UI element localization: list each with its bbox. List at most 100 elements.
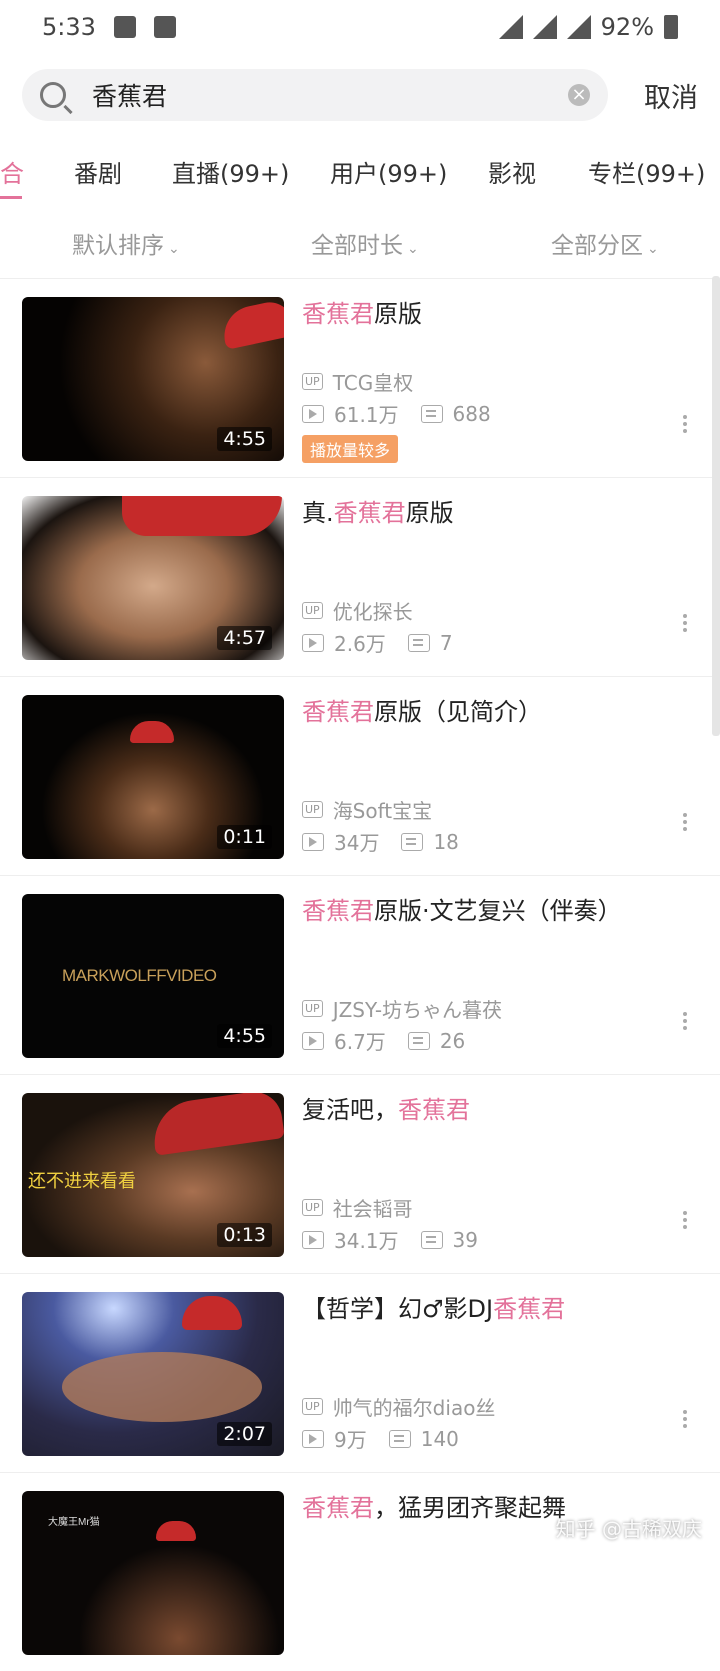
title-rest: 原版 — [405, 499, 454, 527]
uploader-name: TCG皇权 — [332, 371, 414, 395]
uploader-icon: UP — [302, 1000, 323, 1017]
search-query[interactable]: 香蕉君 — [92, 77, 568, 113]
tab-bangumi[interactable]: 番剧 — [74, 154, 122, 189]
zone-filter[interactable]: 全部分区 ⌄ — [551, 226, 659, 260]
title-prefix: 【哲学】幻♂影DJ — [302, 1295, 494, 1323]
search-bar: 香蕉君 × 取消 — [0, 54, 720, 136]
search-icon — [40, 82, 66, 108]
duration-filter[interactable]: 全部时长 ⌄ — [311, 226, 419, 260]
uploader-name: 海Soft宝宝 — [332, 799, 433, 823]
video-title: 复活吧，香蕉君 — [302, 1093, 680, 1127]
thumb-shape — [156, 1521, 196, 1541]
thumbnail-logo: MARKWOLFFVIDEO — [62, 966, 217, 985]
chevron-down-icon: ⌄ — [168, 241, 180, 257]
video-title: 【哲学】幻♂影DJ香蕉君 — [302, 1292, 680, 1326]
stats-row: 2.6万 7 — [302, 628, 453, 657]
video-duration: 4:57 — [217, 626, 272, 650]
list-item[interactable]: 大魔王Mr猫 香蕉君，猛男团齐聚起舞 — [0, 1473, 720, 1671]
uploader-row: UP 海Soft宝宝 — [302, 795, 432, 824]
thumbnail-caption: 还不进来看看 — [28, 1171, 136, 1191]
uploader-row: UP 社会韬哥 — [302, 1193, 413, 1222]
uploader-row: UP 优化探长 — [302, 596, 413, 625]
uploader-row: UP 帅气的福尔diao丝 — [302, 1392, 495, 1421]
more-icon[interactable] — [682, 1211, 688, 1229]
video-thumbnail[interactable]: 还不进来看看 0:13 — [22, 1093, 284, 1257]
more-icon[interactable] — [682, 813, 688, 831]
more-icon[interactable] — [682, 614, 688, 632]
play-icon — [302, 832, 324, 851]
thumbnail-caption: 大魔王Mr猫 — [48, 1517, 100, 1528]
uploader-icon: UP — [302, 1398, 323, 1415]
uploader-name: 社会韬哥 — [332, 1197, 413, 1221]
video-thumbnail[interactable]: 4:57 — [22, 496, 284, 660]
battery-icon — [664, 15, 678, 39]
video-duration: 0:11 — [217, 825, 272, 849]
more-icon[interactable] — [682, 1410, 688, 1428]
video-thumbnail[interactable]: 4:55 — [22, 297, 284, 461]
stats-row: 34.1万 39 — [302, 1225, 478, 1254]
stats-row: 6.7万 26 — [302, 1026, 465, 1055]
cancel-button[interactable]: 取消 — [608, 76, 698, 115]
signal-icon — [566, 15, 591, 39]
danmaku-count: 39 — [452, 1227, 478, 1252]
video-duration: 4:55 — [217, 1024, 272, 1048]
thumb-shape — [149, 1093, 284, 1156]
title-prefix: 复活吧， — [302, 1096, 398, 1124]
stats-row: 9万 140 — [302, 1424, 459, 1453]
uploader-name: 帅气的福尔diao丝 — [332, 1396, 496, 1420]
danmaku-count: 140 — [420, 1426, 459, 1451]
title-rest: ，猛男团齐聚起舞 — [374, 1494, 566, 1522]
list-item[interactable]: 2:07 【哲学】幻♂影DJ香蕉君 UP 帅气的福尔diao丝 9万 140 — [0, 1274, 720, 1473]
uploader-icon: UP — [302, 1199, 323, 1216]
more-icon[interactable] — [682, 415, 688, 433]
title-highlight: 香蕉君 — [302, 300, 374, 328]
tab-columns[interactable]: 专栏(99+) — [588, 154, 705, 189]
danmaku-icon — [401, 832, 424, 851]
video-duration: 4:55 — [217, 427, 272, 451]
watermark: 知乎 @古稀双庆 — [555, 1517, 702, 1541]
danmaku-icon — [420, 1230, 443, 1249]
more-icon[interactable] — [682, 1012, 688, 1030]
video-title: 香蕉君原版·文艺复兴（伴奏） — [302, 894, 680, 928]
play-icon — [302, 1429, 324, 1448]
title-highlight: 香蕉君 — [302, 698, 374, 726]
video-thumbnail[interactable]: MARKWOLFFVIDEO 4:55 — [22, 894, 284, 1058]
list-item[interactable]: 还不进来看看 0:13 复活吧，香蕉君 UP 社会韬哥 34.1万 39 — [0, 1075, 720, 1274]
video-duration: 0:13 — [217, 1223, 272, 1247]
list-item[interactable]: MARKWOLFFVIDEO 4:55 香蕉君原版·文艺复兴（伴奏） UP JZS… — [0, 876, 720, 1075]
search-input[interactable]: 香蕉君 × — [22, 69, 608, 121]
danmaku-icon — [407, 1031, 430, 1050]
list-item[interactable]: 4:55 香蕉君原版 UP TCG皇权 61.1万 688 播放量较多 — [0, 279, 720, 478]
video-thumbnail[interactable]: 大魔王Mr猫 — [22, 1491, 284, 1655]
title-highlight: 香蕉君 — [302, 1494, 374, 1522]
uploader-row: UP TCG皇权 — [302, 367, 413, 396]
tab-film[interactable]: 影视 — [488, 154, 536, 189]
scrollbar[interactable] — [712, 276, 720, 736]
list-item[interactable]: 4:57 真.香蕉君原版 UP 优化探长 2.6万 7 — [0, 478, 720, 677]
video-thumbnail[interactable]: 2:07 — [22, 1292, 284, 1456]
video-duration: 2:07 — [217, 1422, 272, 1446]
title-highlight: 香蕉君 — [493, 1295, 566, 1323]
image-icon — [113, 16, 136, 38]
title-rest: 原版·文艺复兴（伴奏） — [374, 897, 622, 925]
status-bar: 5:33 92% — [0, 0, 720, 54]
play-icon — [302, 633, 324, 652]
tab-live[interactable]: 直播(99+) — [172, 154, 289, 189]
danmaku-count: 18 — [433, 829, 459, 854]
list-item[interactable]: 0:11 香蕉君原版（见简介） UP 海Soft宝宝 34万 18 — [0, 677, 720, 876]
play-icon — [302, 1031, 324, 1050]
status-time: 5:33 — [42, 13, 96, 41]
danmaku-count: 7 — [439, 630, 453, 655]
video-thumbnail[interactable]: 0:11 — [22, 695, 284, 859]
clear-icon[interactable]: × — [568, 84, 590, 106]
danmaku-count: 688 — [452, 401, 491, 426]
signal-icon — [532, 15, 557, 39]
tab-users[interactable]: 用户(99+) — [330, 154, 447, 189]
view-count: 9万 — [334, 1428, 367, 1452]
tab-all[interactable]: 合 — [0, 154, 24, 189]
thumb-shape — [130, 721, 174, 743]
popular-badge: 播放量较多 — [302, 435, 399, 463]
video-title: 香蕉君原版 — [302, 297, 680, 331]
title-highlight: 香蕉君 — [302, 897, 374, 925]
sort-filter[interactable]: 默认排序 ⌄ — [72, 226, 180, 260]
